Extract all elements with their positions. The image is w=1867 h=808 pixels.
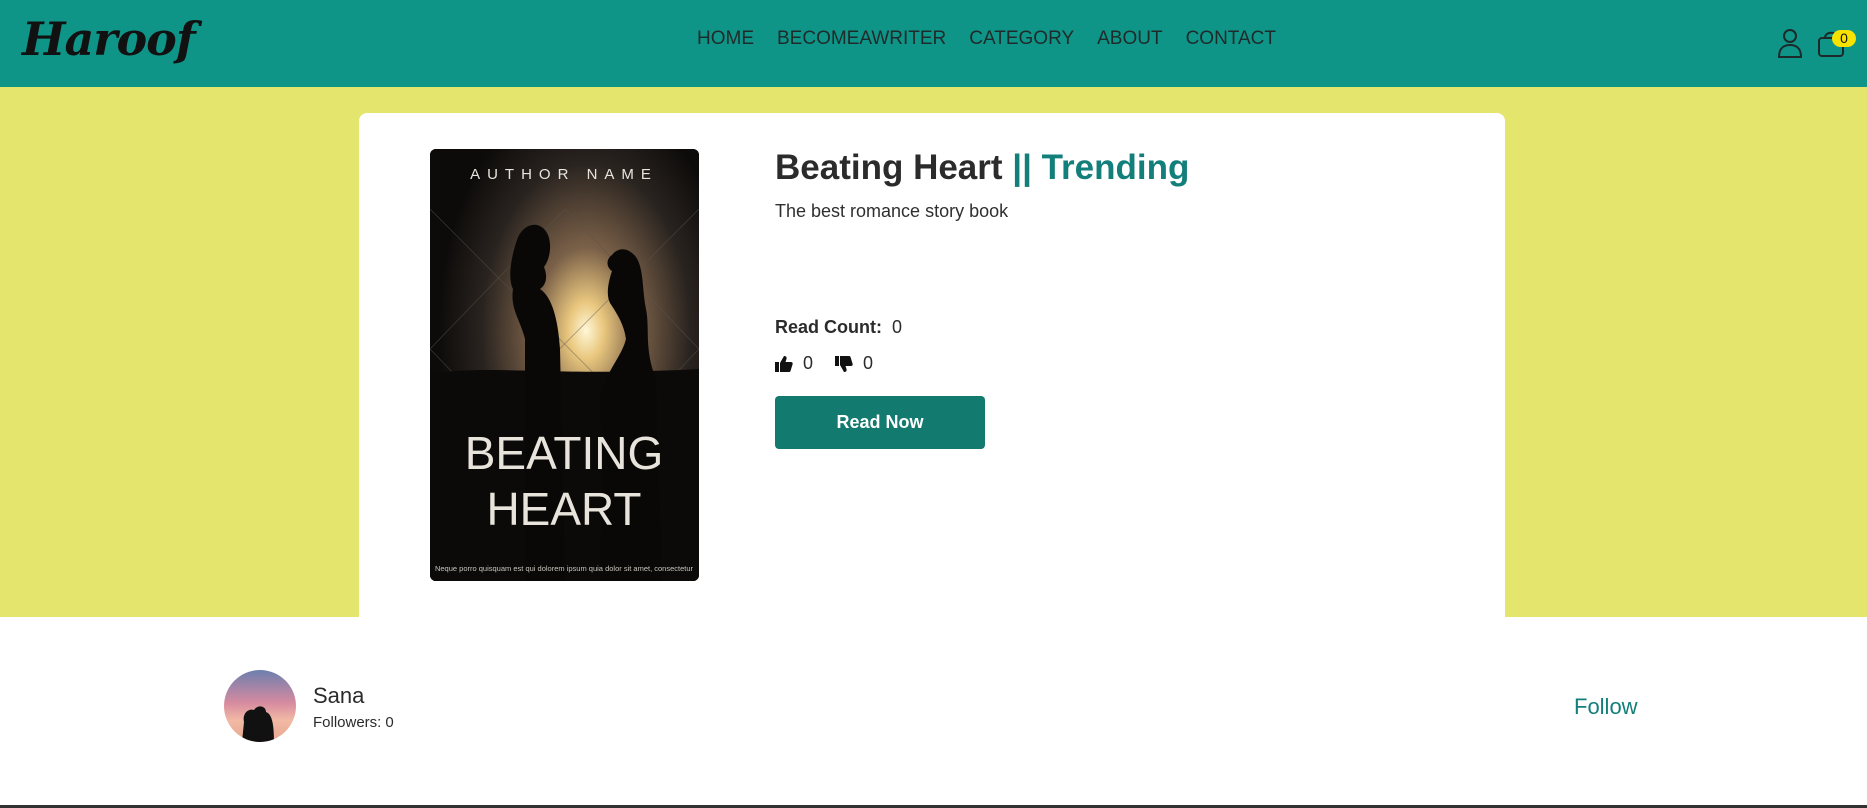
read-now-button[interactable]: Read Now xyxy=(775,396,985,449)
book-cover: AUTHOR NAME BEATING HEART Neque porro qu… xyxy=(430,149,699,581)
cover-title-line2: HEART xyxy=(486,483,641,535)
site-header: Haroof HOME BECOMEAWRITER CATEGORY ABOUT… xyxy=(0,0,1867,87)
trending-tag: || Trending xyxy=(1012,148,1190,187)
thumbs-down-icon xyxy=(835,355,853,372)
thumbs-up-icon xyxy=(775,355,793,372)
followers-value: 0 xyxy=(385,714,394,731)
cover-footer-text: Neque porro quisquam est qui dolorem ips… xyxy=(435,564,694,573)
followers-label: Followers: xyxy=(313,714,382,731)
read-count-value: 0 xyxy=(892,317,903,337)
main-nav: HOME BECOMEAWRITER CATEGORY ABOUT CONTAC… xyxy=(697,28,1299,50)
nav-category[interactable]: CATEGORY xyxy=(969,28,1074,50)
nav-about[interactable]: ABOUT xyxy=(1097,28,1162,50)
like-button[interactable]: 0 xyxy=(775,353,813,374)
cart-count-badge: 0 xyxy=(1832,30,1856,47)
follow-button[interactable]: Follow xyxy=(1574,694,1638,720)
followers-count: Followers: 0 xyxy=(313,714,394,731)
cover-author-line: AUTHOR NAME xyxy=(470,166,658,183)
cover-title-line1: BEATING xyxy=(465,427,664,479)
book-description: The best romance story book xyxy=(775,201,1009,221)
nav-contact[interactable]: CONTACT xyxy=(1186,28,1276,50)
book-title: Beating Heart || Trending xyxy=(775,148,1189,188)
like-count: 0 xyxy=(803,353,814,373)
book-title-text: Beating Heart xyxy=(775,148,1003,187)
nav-become-a-writer[interactable]: BECOMEAWRITER xyxy=(777,28,946,50)
read-count-label: Read Count: xyxy=(775,317,882,337)
read-count: Read Count: 0 xyxy=(775,317,902,338)
dislike-count: 0 xyxy=(863,353,874,373)
author-name[interactable]: Sana xyxy=(313,683,364,709)
user-icon[interactable] xyxy=(1777,28,1803,58)
site-logo[interactable]: Haroof xyxy=(22,12,196,66)
author-avatar[interactable] xyxy=(224,670,296,742)
vote-row: 0 0 xyxy=(775,353,873,374)
nav-home[interactable]: HOME xyxy=(697,28,754,50)
dislike-button[interactable]: 0 xyxy=(835,353,873,374)
